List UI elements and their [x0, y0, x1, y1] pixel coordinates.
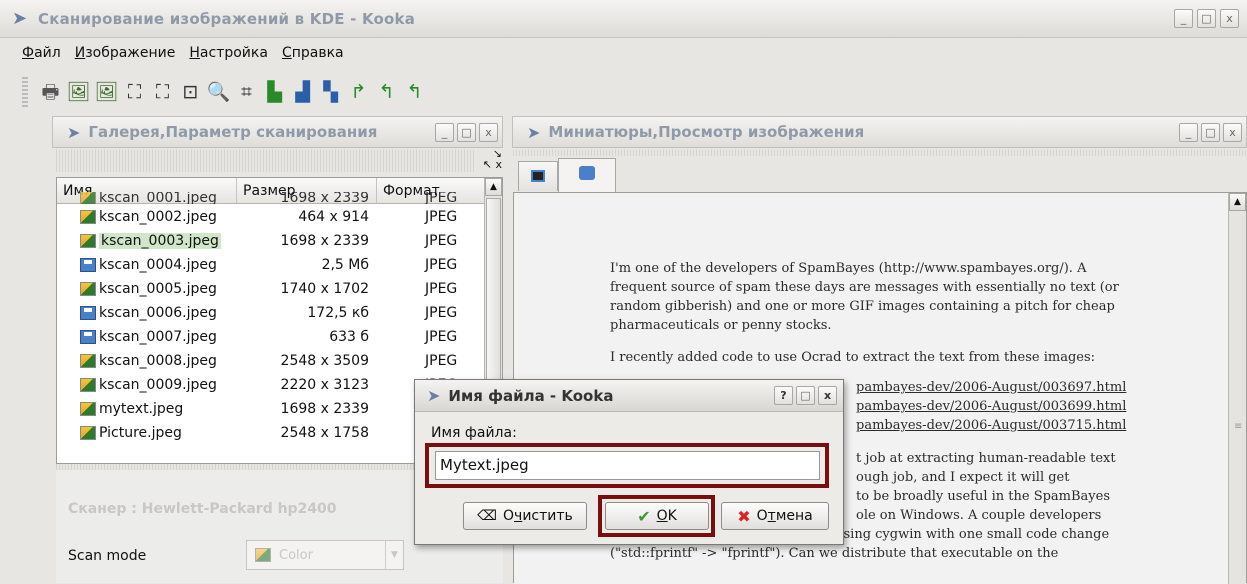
image-file-icon — [80, 210, 96, 224]
maximize-button[interactable]: □ — [1197, 9, 1216, 28]
doc-link: pambayes-dev/2006-August/003715.html — [856, 418, 1127, 433]
doc-paragraph: I recently added code to use Ocrad to ex… — [610, 350, 1096, 365]
image-file-icon — [80, 354, 96, 368]
filename-input[interactable]: Mytext.jpeg — [435, 451, 820, 480]
preview-panel-titlebar: ➤ Миниатюры,Просмотр изображения _ □ x — [512, 116, 1247, 148]
kooka-app-icon: ➤ — [427, 386, 441, 405]
preview-minimize-button[interactable]: _ — [1179, 123, 1198, 142]
table-row[interactable]: kscan_0001.jpeg 1698 x 2339 JPEG — [57, 192, 485, 204]
table-row[interactable]: kscan_0004.jpeg 2,5 Мб JPEG — [57, 253, 485, 277]
image-file-icon — [80, 234, 96, 248]
preview-dock-grip[interactable] — [513, 150, 1247, 156]
checkmark-icon: ✔ — [637, 506, 651, 526]
image-file-icon — [80, 282, 96, 296]
table-row[interactable]: kscan_0008.jpeg 2548 x 3509 JPEG — [57, 349, 485, 373]
scan-mode-select[interactable]: Color ▼ — [246, 540, 404, 570]
preview-scrollbar[interactable]: ▲ ≡ — [1228, 193, 1246, 584]
fit-height-icon[interactable]: ⛶ — [150, 79, 175, 105]
save-image-icon[interactable]: 🖼 — [66, 79, 91, 105]
table-row[interactable]: kscan_0007.jpeg 633 б JPEG — [57, 325, 485, 349]
preview-close-button[interactable]: x — [1223, 123, 1242, 142]
gallery-maximize-button[interactable]: □ — [457, 123, 476, 142]
menu-settings[interactable]: Настройка — [189, 45, 268, 61]
close-button[interactable]: x — [1220, 9, 1239, 28]
menu-bar: Файл Изображение Настройка Справка — [0, 38, 1247, 68]
doc-paragraph: I'm one of the developers of SpamBayes (… — [610, 261, 1119, 333]
preview-maximize-button[interactable]: □ — [1201, 123, 1220, 142]
chevron-down-icon[interactable]: ▼ — [385, 541, 403, 569]
ok-button[interactable]: ✔ OK — [605, 502, 709, 530]
toolbar: 🖶 🖼 🖼 ⛶ ⛶ ⊡ 🔍 ⌗ ▙ ▟ ▚ ↱ ↰ ↰ — [0, 68, 1247, 116]
table-row[interactable]: kscan_0005.jpeg 1740 x 1702 JPEG — [57, 277, 485, 301]
image-file-icon — [80, 402, 96, 416]
table-row[interactable]: kscan_0006.jpeg 172,5 кб JPEG — [57, 301, 485, 325]
open-image-icon[interactable]: 🖼 — [94, 79, 119, 105]
original-size-icon[interactable]: ⊡ — [178, 79, 203, 105]
rotate-left-icon[interactable]: ↰ — [374, 79, 399, 105]
gallery-dock-grip[interactable] — [56, 150, 474, 172]
gallery-panel-titlebar: ➤ Галерея,Параметр сканирования _ □ x — [52, 116, 503, 148]
fit-width-icon[interactable]: ⛶ — [122, 79, 147, 105]
gallery-panel-title: Галерея,Параметр сканирования — [88, 123, 378, 141]
scroll-up-arrow-icon[interactable]: ▲ — [1229, 193, 1246, 211]
minimize-button[interactable]: _ — [1174, 9, 1193, 28]
kooka-app-icon: ➤ — [12, 8, 28, 29]
print-icon[interactable]: 🖶 — [38, 79, 63, 105]
gallery-close-button[interactable]: x — [479, 123, 498, 142]
filename-label: Имя файла: — [431, 425, 517, 441]
disk-file-icon — [80, 306, 96, 320]
dialog-close-button[interactable]: x — [818, 386, 837, 405]
clear-button[interactable]: ⌫ Очистить — [463, 502, 587, 530]
toolbar-grip[interactable] — [22, 77, 28, 107]
scrollbar-grip-icon: ≡ — [1234, 421, 1243, 432]
disk-file-icon — [80, 258, 96, 272]
doc-link: pambayes-dev/2006-August/003697.html — [856, 380, 1127, 395]
disk-file-icon — [80, 330, 96, 344]
panel-icon: ➤ — [67, 122, 81, 142]
dialog-title: Имя файла - Kooka — [448, 386, 614, 405]
panel-icon: ➤ — [527, 122, 541, 142]
filename-dialog: ➤ Имя файла - Kooka ? □ x Имя файла: Myt… — [414, 379, 844, 545]
clear-icon: ⌫ — [477, 508, 497, 524]
mirror-horizontal-icon[interactable]: ▟ — [290, 79, 315, 105]
menu-file[interactable]: Файл — [22, 45, 61, 61]
zoom-icon[interactable]: 🔍 — [206, 79, 231, 105]
window-title: Сканирование изображений в KDE - Kooka — [38, 9, 416, 28]
image-file-icon — [80, 426, 96, 440]
thumbnail-view-icon — [531, 169, 545, 182]
image-file-icon — [80, 378, 96, 392]
image-viewer-icon — [579, 165, 595, 180]
mirror-vertical-icon[interactable]: ▙ — [262, 79, 287, 105]
scroll-up-arrow-icon[interactable]: ▲ — [485, 178, 502, 196]
preview-panel-title: Миниатюры,Просмотр изображения — [548, 123, 865, 141]
dialog-maximize-button[interactable]: □ — [796, 386, 815, 405]
scanner-label: Сканер : Hewlett-Packard hp2400 — [68, 501, 337, 517]
crop-icon[interactable]: ⌗ — [234, 79, 259, 105]
dialog-titlebar: ➤ Имя файла - Kooka ? □ x — [415, 380, 843, 412]
rotate-180-icon[interactable]: ↰ — [402, 79, 427, 105]
color-mode-icon — [255, 548, 271, 562]
preview-tabs — [513, 157, 1247, 192]
mirror-both-icon[interactable]: ▚ — [318, 79, 343, 105]
table-row[interactable]: kscan_0002.jpeg 464 x 914 JPEG — [57, 205, 485, 229]
highlight-box: Mytext.jpeg — [425, 443, 829, 488]
gallery-minimize-button[interactable]: _ — [435, 123, 454, 142]
scan-mode-label: Scan mode — [68, 548, 147, 564]
menu-image[interactable]: Изображение — [75, 45, 176, 61]
dock-controls[interactable]: ↘ ↖ x — [474, 148, 502, 174]
tab-thumbnails[interactable] — [518, 161, 558, 191]
window-titlebar: ➤ Сканирование изображений в KDE - Kooka… — [0, 0, 1247, 38]
cancel-button[interactable]: ✖ Отмена — [721, 502, 829, 530]
menu-help[interactable]: Справка — [282, 45, 344, 61]
tab-image-viewer[interactable] — [558, 158, 616, 192]
table-row[interactable]: kscan_0003.jpeg 1698 x 2339 JPEG — [57, 229, 485, 253]
help-button[interactable]: ? — [774, 386, 793, 405]
image-file-icon — [80, 192, 96, 204]
doc-link: pambayes-dev/2006-August/003699.html — [856, 399, 1127, 414]
rotate-right-icon[interactable]: ↱ — [346, 79, 371, 105]
cancel-x-icon: ✖ — [737, 506, 751, 526]
